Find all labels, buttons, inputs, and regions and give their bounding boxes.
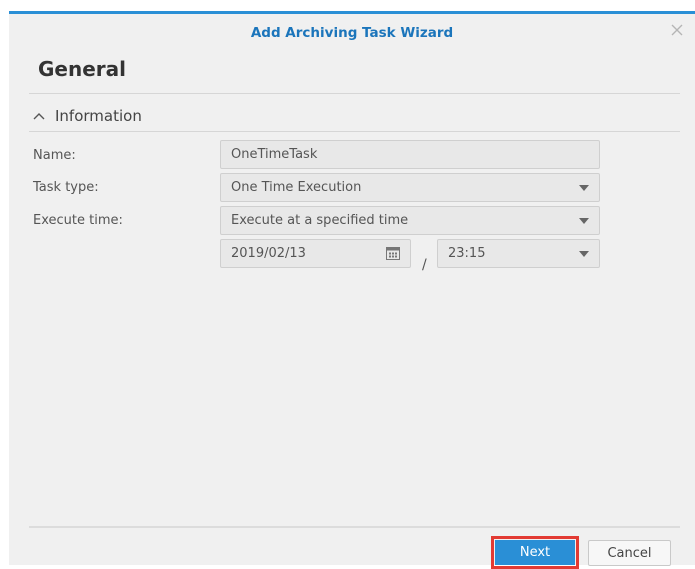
close-icon[interactable] — [670, 23, 686, 39]
page-title: General — [38, 57, 126, 81]
dropdown-caret-icon — [579, 250, 589, 257]
divider — [29, 93, 680, 94]
dropdown-caret-icon — [579, 184, 589, 191]
wizard-dialog: Add Archiving Task Wizard General Inform… — [9, 11, 695, 569]
next-button[interactable]: Next — [495, 540, 575, 565]
time-value: 23:15 — [448, 246, 486, 261]
section-toggle-information[interactable]: Information — [31, 106, 142, 126]
execute-time-label: Execute time: — [33, 213, 123, 228]
chevron-up-icon — [31, 108, 47, 124]
date-value: 2019/02/13 — [231, 246, 306, 261]
name-input[interactable]: OneTimeTask — [220, 140, 600, 169]
cancel-button[interactable]: Cancel — [588, 540, 671, 566]
execute-time-select[interactable]: Execute at a specified time — [220, 206, 600, 235]
next-button-highlight: Next — [491, 536, 579, 569]
task-type-value: One Time Execution — [231, 180, 362, 195]
divider — [29, 131, 680, 132]
dialog-title: Add Archiving Task Wizard — [250, 25, 454, 41]
name-label: Name: — [33, 148, 76, 163]
name-value: OneTimeTask — [231, 147, 318, 162]
section-label: Information — [55, 107, 142, 125]
date-input[interactable]: 2019/02/13 — [220, 239, 411, 268]
calendar-icon[interactable] — [386, 247, 400, 260]
execute-time-value: Execute at a specified time — [231, 213, 409, 228]
date-time-separator: / — [422, 257, 427, 273]
time-select[interactable]: 23:15 — [437, 239, 600, 268]
footer-divider — [29, 526, 680, 528]
task-type-label: Task type: — [33, 180, 99, 195]
dropdown-caret-icon — [579, 217, 589, 224]
task-type-select[interactable]: One Time Execution — [220, 173, 600, 202]
